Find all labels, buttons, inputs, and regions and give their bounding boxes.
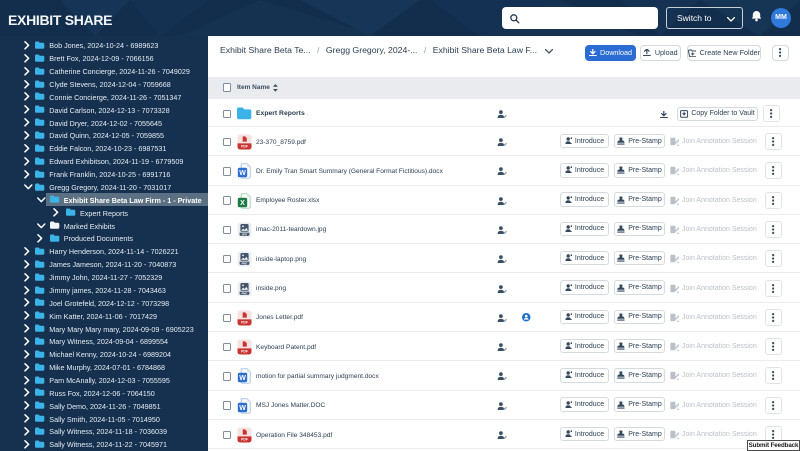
- svg-text:PNG: PNG: [242, 262, 248, 266]
- svg-text:X: X: [240, 200, 245, 207]
- svg-text:PDF: PDF: [241, 145, 248, 149]
- svg-text:W: W: [239, 405, 246, 412]
- svg-text:PNG: PNG: [242, 291, 248, 295]
- svg-text:W: W: [239, 375, 246, 382]
- svg-text:W: W: [239, 170, 246, 177]
- svg-text:PDF: PDF: [241, 320, 248, 324]
- svg-text:JPG: JPG: [242, 233, 247, 237]
- svg-text:PDF: PDF: [241, 350, 248, 354]
- svg-text:PDF: PDF: [241, 438, 248, 442]
